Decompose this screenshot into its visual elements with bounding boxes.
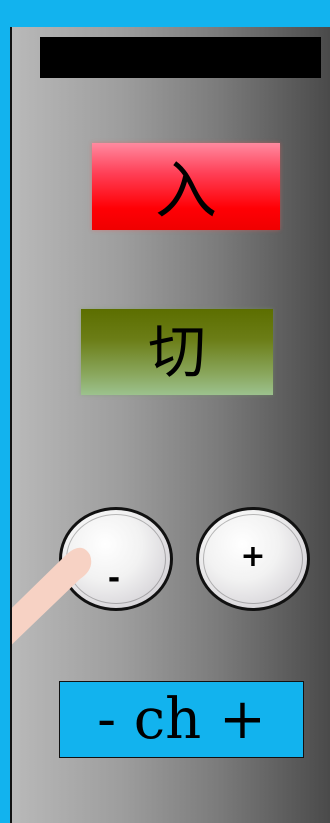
plus-label: + xyxy=(240,539,266,574)
minus-label: - xyxy=(107,561,121,596)
minus-button[interactable]: - xyxy=(59,507,173,611)
power-on-button[interactable]: 入 xyxy=(92,143,280,230)
power-off-label: 切 xyxy=(147,318,206,386)
channel-label-box: - ch + xyxy=(59,681,304,758)
display-bar xyxy=(40,37,321,78)
power-on-label: 入 xyxy=(154,153,217,227)
remote-control-panel: 入 切 - + - ch + xyxy=(10,27,330,823)
power-off-button[interactable]: 切 xyxy=(81,309,273,395)
plus-button[interactable]: + xyxy=(196,507,310,611)
channel-label: - ch + xyxy=(97,686,266,752)
